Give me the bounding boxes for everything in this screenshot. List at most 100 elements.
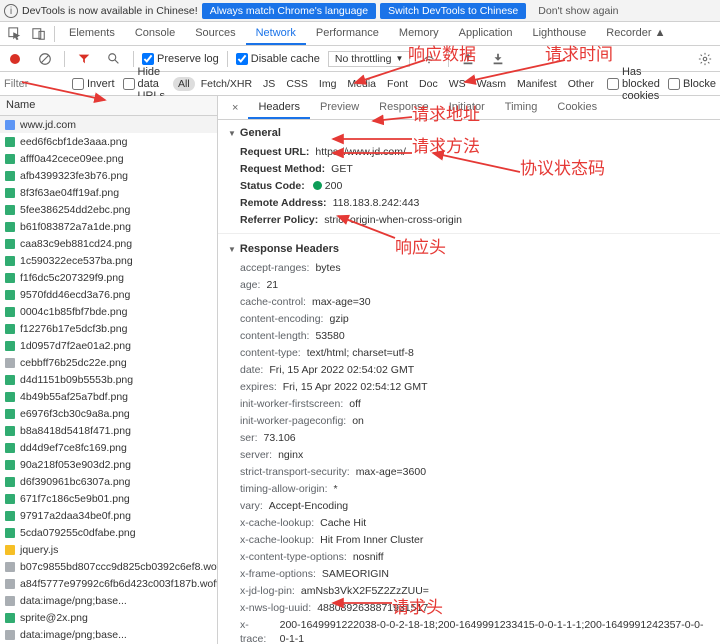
file-name: 4b49b55af25a7bdf.png [20,391,128,403]
info-icon: i [4,4,18,18]
network-conditions-icon[interactable] [418,49,440,69]
request-row[interactable]: 671f7c186c5e9b01.png [0,490,217,507]
request-row[interactable]: a84f5777e97992c6fb6d423c003f187b.woff [0,575,217,592]
tab-recorder[interactable]: Recorder ▲ [596,23,675,45]
preserve-log-checkbox[interactable]: Preserve log [142,53,219,65]
tab-sources[interactable]: Sources [185,23,245,45]
type-filter-manifest[interactable]: Manifest [512,77,562,91]
invert-checkbox[interactable]: Invert [72,78,115,90]
blocked-requests-checkbox[interactable]: Blocke [668,78,716,90]
settings-gear-icon[interactable] [694,49,716,69]
tab-performance[interactable]: Performance [306,23,389,45]
type-filter-js[interactable]: JS [258,77,280,91]
request-row[interactable]: 4b49b55af25a7bdf.png [0,388,217,405]
file-name: caa83c9eb881cd24.png [20,238,132,250]
request-row[interactable]: dd4d9ef7ce8fc169.png [0,439,217,456]
header-value: Accept-Encoding [269,499,348,513]
request-detail: × HeadersPreviewResponseInitiatorTimingC… [218,96,720,644]
request-row[interactable]: 9570fdd46ecd3a76.png [0,286,217,303]
request-row[interactable]: 90a218f053e903d2.png [0,456,217,473]
file-type-icon [4,425,16,437]
switch-chinese-button[interactable]: Switch DevTools to Chinese [380,3,526,19]
download-icon[interactable] [487,49,509,69]
request-row[interactable]: b8a8418d5418f471.png [0,422,217,439]
detail-tab-response[interactable]: Response [369,97,439,119]
response-headers-title[interactable]: Response Headers [228,239,710,259]
request-row[interactable]: 5cda079255c0dfabe.png [0,524,217,541]
file-type-icon [4,340,16,352]
tab-memory[interactable]: Memory [389,23,449,45]
inspect-icon[interactable] [4,24,26,44]
header-key: x-content-type-options: [240,550,347,564]
request-row[interactable]: 5fee386254dd2ebc.png [0,201,217,218]
request-row[interactable]: e6976f3cb30c9a8a.png [0,405,217,422]
header-row: init-worker-firstscreen:off [228,395,710,412]
tab-application[interactable]: Application [449,23,523,45]
request-row[interactable]: b61f083872a7a1de.png [0,218,217,235]
type-filter-fetchxhr[interactable]: Fetch/XHR [196,77,257,91]
file-type-icon [4,187,16,199]
request-row[interactable]: sprite@2x.png [0,609,217,626]
name-column-header[interactable]: Name [0,96,217,116]
match-language-button[interactable]: Always match Chrome's language [202,3,376,19]
type-filter-other[interactable]: Other [563,77,599,91]
header-row: x-nws-log-uuid:4880892638871931517 [228,599,710,616]
request-row[interactable]: 0004c1b85fbf7bde.png [0,303,217,320]
detail-tab-initiator[interactable]: Initiator [439,97,495,119]
request-row[interactable]: d6f390961bc6307a.png [0,473,217,490]
request-row[interactable]: f1f6dc5c207329f9.png [0,269,217,286]
type-filter-all[interactable]: All [173,77,195,91]
request-row[interactable]: cebbff76b25dc22e.png [0,354,217,371]
filter-toggle-icon[interactable] [73,49,95,69]
request-row[interactable]: b07c9855bd807ccc9d825cb0392c6ef8.woff [0,558,217,575]
header-value: nosniff [353,550,384,564]
clear-icon[interactable] [34,49,56,69]
file-type-icon [4,306,16,318]
detail-tab-timing[interactable]: Timing [495,97,548,119]
upload-icon[interactable] [457,49,479,69]
tab-network[interactable]: Network [246,23,306,45]
request-row[interactable]: jquery.js [0,541,217,558]
header-key: expires: [240,380,277,394]
header-value: Hit From Inner Cluster [320,533,423,547]
header-key: Remote Address: [240,196,327,210]
tab-lighthouse[interactable]: Lighthouse [522,23,596,45]
type-filter-doc[interactable]: Doc [414,77,443,91]
request-row[interactable]: 97917a2daa34be0f.png [0,507,217,524]
throttling-select[interactable]: No throttling▼ [328,51,411,67]
close-detail-icon[interactable]: × [226,102,244,114]
request-row[interactable]: 8f3f63ae04ff19af.png [0,184,217,201]
detail-tab-preview[interactable]: Preview [310,97,369,119]
request-list[interactable]: Name www.jd.comeed6f6cbf1de3aaa.pngafff0… [0,96,218,644]
request-row[interactable]: 1d0957d7f2ae01a2.png [0,337,217,354]
disable-cache-checkbox[interactable]: Disable cache [236,53,320,65]
type-filter-media[interactable]: Media [342,77,381,91]
request-row[interactable]: afff0a42cece09ee.png [0,150,217,167]
header-value: gzip [329,312,348,326]
device-toggle-icon[interactable] [28,24,50,44]
header-key: Referrer Policy: [240,213,318,227]
request-row[interactable]: d4d1151b09b5553b.png [0,371,217,388]
request-row[interactable]: caa83c9eb881cd24.png [0,235,217,252]
request-row[interactable]: afb4399323fe3b76.png [0,167,217,184]
record-icon[interactable] [4,49,26,69]
detail-tabs: × HeadersPreviewResponseInitiatorTimingC… [218,96,720,120]
dont-show-button[interactable]: Don't show again [530,3,626,19]
type-filter-img[interactable]: Img [314,77,342,91]
filter-input[interactable] [4,78,64,90]
general-section-title[interactable]: General [228,123,710,143]
type-filter-css[interactable]: CSS [281,77,313,91]
type-filter-wasm[interactable]: Wasm [472,77,511,91]
request-row[interactable]: www.jd.com [0,116,217,133]
type-filter-ws[interactable]: WS [444,77,471,91]
request-row[interactable]: data:image/png;base... [0,626,217,643]
tab-elements[interactable]: Elements [59,23,125,45]
type-filter-font[interactable]: Font [382,77,413,91]
detail-tab-cookies[interactable]: Cookies [547,97,607,119]
request-row[interactable]: f12276b17e5dcf3b.png [0,320,217,337]
detail-tab-headers[interactable]: Headers [248,97,310,119]
request-row[interactable]: data:image/png;base... [0,592,217,609]
request-row[interactable]: eed6f6cbf1de3aaa.png [0,133,217,150]
tab-console[interactable]: Console [125,23,185,45]
request-row[interactable]: 1c590322ece537ba.png [0,252,217,269]
